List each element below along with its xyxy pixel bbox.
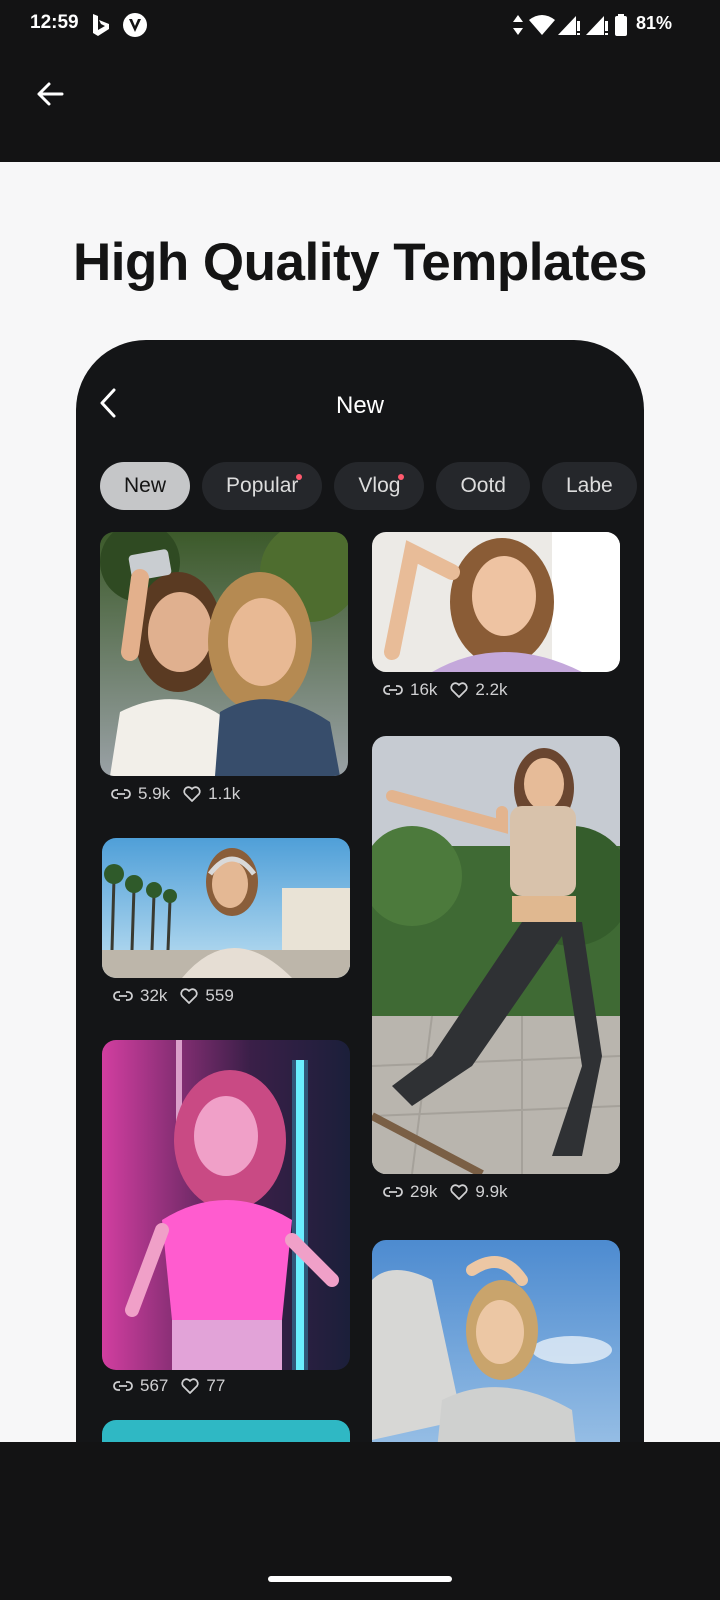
template-card[interactable]: [372, 736, 620, 1174]
phone-mockup: New New Popular Vlog Ootd Labe 5.9k 1.1k…: [76, 340, 644, 1442]
app-bar: [0, 50, 720, 162]
card-stats: 29k 9.9k: [382, 1182, 508, 1202]
template-thumbnail: [372, 736, 620, 1174]
tab-label: Popular: [226, 474, 299, 497]
phone-title: New: [335, 392, 384, 419]
uses-count: 32k: [140, 986, 168, 1005]
bing-icon: [88, 12, 114, 38]
tab-label: New: [124, 474, 167, 497]
tab-vlog[interactable]: Vlog: [334, 462, 425, 510]
uses-count: 567: [140, 1376, 169, 1395]
battery-icon: [614, 12, 628, 38]
template-thumbnail: [372, 532, 620, 672]
likes-count: 559: [205, 986, 234, 1005]
card-stats: 32k 559: [112, 986, 234, 1006]
link-icon: [113, 1381, 133, 1391]
likes-count: 77: [206, 1376, 226, 1395]
wifi-icon: [528, 12, 556, 38]
template-thumbnail: [372, 1240, 620, 1442]
uses-count: 29k: [410, 1182, 438, 1201]
hero-section: High Quality Templates New New Popular V…: [0, 162, 720, 1442]
template-thumbnail: [100, 532, 348, 776]
back-button[interactable]: [28, 72, 72, 116]
card-stats: 16k 2.2k: [382, 680, 508, 700]
link-icon: [113, 991, 133, 1001]
signal-icon: [584, 12, 610, 38]
heart-icon: [450, 1184, 469, 1200]
arrow-left-icon: [37, 82, 64, 106]
heart-icon: [181, 1378, 200, 1394]
battery-percent: 81%: [635, 13, 672, 33]
tab-label: Ootd: [460, 474, 506, 497]
v-app-icon: [122, 12, 148, 38]
category-tabs: New Popular Vlog Ootd Labe: [100, 462, 637, 510]
tab-ootd[interactable]: Ootd: [436, 462, 530, 510]
hero-title: High Quality Templates: [72, 233, 648, 292]
signal-icon: [556, 12, 582, 38]
likes-count: 2.2k: [475, 680, 508, 699]
heart-icon: [450, 682, 469, 698]
link-icon: [383, 685, 403, 695]
tab-popular[interactable]: Popular: [202, 462, 323, 510]
tab-label: Vlog: [358, 474, 401, 497]
data-arrows-icon: [512, 12, 524, 38]
link-icon: [383, 1187, 403, 1197]
template-card[interactable]: [100, 532, 348, 776]
heart-icon: [180, 988, 199, 1004]
card-stats: 5.9k 1.1k: [110, 784, 240, 804]
likes-count: 9.9k: [475, 1182, 508, 1201]
new-dot-badge: [296, 474, 303, 480]
template-card[interactable]: [102, 1420, 350, 1442]
card-stats: 567 77: [112, 1376, 225, 1396]
uses-count: 16k: [410, 680, 438, 699]
template-card[interactable]: [372, 1240, 620, 1442]
heart-icon: [183, 786, 201, 802]
template-thumbnail: [102, 1040, 350, 1370]
status-bar: 12:59 81%: [0, 0, 720, 50]
status-time: 12:59: [30, 12, 79, 33]
new-dot-badge: [398, 474, 405, 480]
tab-label-more[interactable]: Labe: [541, 462, 637, 510]
tab-new[interactable]: New: [100, 462, 191, 510]
template-thumbnail: [102, 1420, 350, 1442]
template-card[interactable]: [102, 838, 350, 978]
home-indicator[interactable]: [268, 1576, 452, 1582]
link-icon: [111, 789, 131, 799]
template-card[interactable]: [372, 532, 620, 672]
tab-label: Labe: [565, 474, 613, 497]
uses-count: 5.9k: [138, 784, 171, 803]
likes-count: 1.1k: [208, 784, 241, 803]
template-thumbnail: [102, 838, 350, 978]
template-card[interactable]: [102, 1040, 350, 1370]
